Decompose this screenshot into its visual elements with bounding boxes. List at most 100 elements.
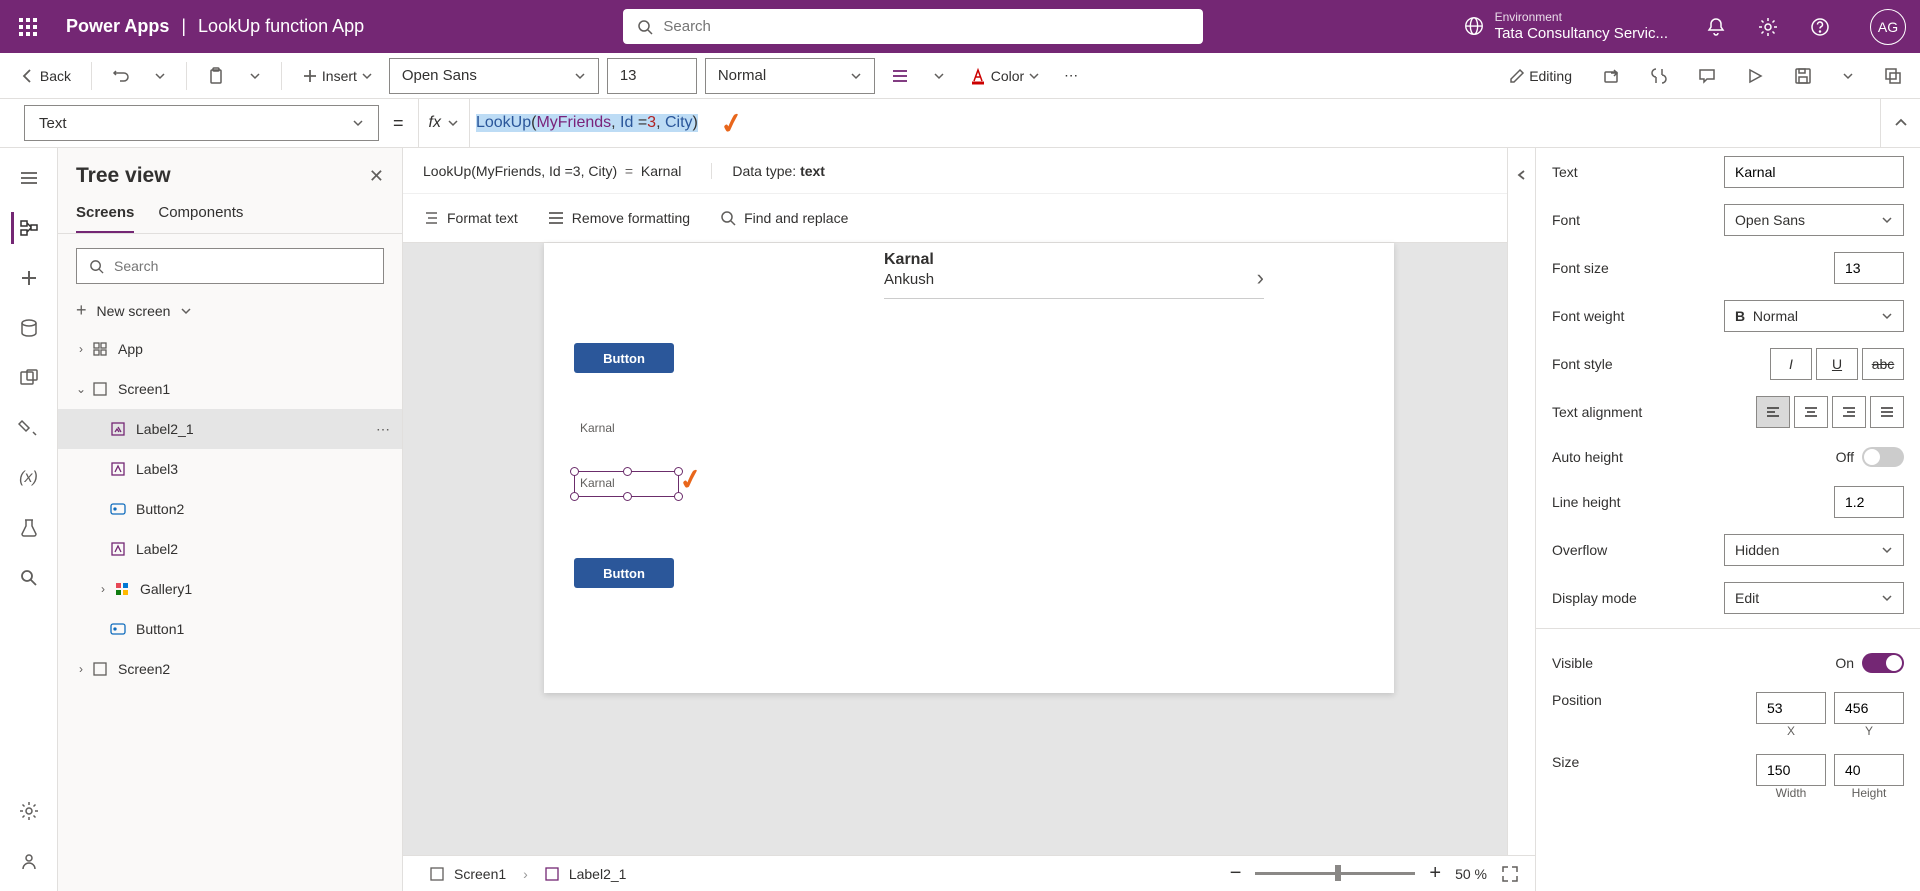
visible-toggle[interactable] <box>1862 653 1904 673</box>
hamburger-icon[interactable] <box>13 162 45 194</box>
notifications-icon[interactable] <box>1704 15 1728 39</box>
tree-item-screen2[interactable]: ›Screen2 <box>58 649 402 689</box>
tree-item-label2-1[interactable]: Label2_1⋯ <box>58 409 402 449</box>
prop-x-input[interactable] <box>1756 692 1826 724</box>
settings-icon[interactable] <box>1756 15 1780 39</box>
prop-fontweight-select[interactable]: B Normal <box>1724 300 1904 332</box>
align-dropdown[interactable] <box>925 60 953 92</box>
close-tree-button[interactable]: ✕ <box>369 166 384 187</box>
undo-button[interactable] <box>104 60 138 92</box>
search-input[interactable] <box>663 18 1189 35</box>
comments-button[interactable] <box>1690 60 1724 92</box>
properties-panel: Text FontOpen Sans Font size Font weight… <box>1535 148 1920 891</box>
save-dropdown[interactable] <box>1834 60 1862 92</box>
font-select[interactable]: Open Sans <box>389 58 599 94</box>
tree-item-label3[interactable]: Label3 <box>58 449 402 489</box>
app-checker-button[interactable] <box>1642 60 1676 92</box>
virtual-agent-icon[interactable] <box>13 845 45 877</box>
find-replace-button[interactable]: Find and replace <box>720 210 848 226</box>
align-right-button[interactable] <box>1832 396 1866 428</box>
align-button[interactable] <box>883 60 917 92</box>
prop-lineheight-input[interactable] <box>1834 486 1904 518</box>
waffle-icon[interactable] <box>14 13 42 41</box>
align-left-button[interactable] <box>1756 396 1790 428</box>
zoom-slider[interactable] <box>1255 872 1415 875</box>
tests-rail-icon[interactable] <box>13 512 45 544</box>
new-screen-button[interactable]: + New screen <box>58 292 402 329</box>
share-button[interactable] <box>1594 60 1628 92</box>
prop-fontweight-label: Font weight <box>1552 308 1724 324</box>
tree-item-button2[interactable]: Button2 <box>58 489 402 529</box>
media-rail-icon[interactable] <box>13 362 45 394</box>
italic-button[interactable]: I <box>1770 348 1812 380</box>
prop-width-input[interactable] <box>1756 754 1826 786</box>
chevron-right-icon[interactable]: › <box>1257 265 1264 291</box>
tree-item-label2[interactable]: Label2 <box>58 529 402 569</box>
item-more-icon[interactable]: ⋯ <box>376 421 390 438</box>
user-avatar[interactable]: AG <box>1870 9 1906 45</box>
variables-rail-icon[interactable]: (x) <box>13 462 45 494</box>
fit-screen-button[interactable] <box>1501 865 1519 883</box>
autoheight-toggle[interactable] <box>1862 447 1904 467</box>
tree-item-app[interactable]: ›App <box>58 329 402 369</box>
remove-formatting-button[interactable]: Remove formatting <box>548 210 690 226</box>
breadcrumb-screen[interactable]: Screen1 <box>419 861 517 887</box>
environment-picker[interactable]: Environment Tata Consultancy Servic... <box>1463 10 1668 42</box>
help-icon[interactable] <box>1808 15 1832 39</box>
undo-dropdown[interactable] <box>146 60 174 92</box>
formula-input[interactable]: LookUp(MyFriends, Id =3, City) ✓ <box>470 99 1880 147</box>
font-weight-select[interactable]: Normal <box>705 58 875 94</box>
strike-button[interactable]: abc <box>1862 348 1904 380</box>
prop-displaymode-select[interactable]: Edit <box>1724 582 1904 614</box>
theme-rail-icon[interactable] <box>13 412 45 444</box>
tree-item-gallery1[interactable]: ›Gallery1 <box>58 569 402 609</box>
prop-overflow-select[interactable]: Hidden <box>1724 534 1904 566</box>
paste-button[interactable] <box>199 60 233 92</box>
zoom-in-button[interactable]: + <box>1429 862 1441 885</box>
search-rail-icon[interactable] <box>13 562 45 594</box>
global-search[interactable] <box>623 9 1203 44</box>
formula-expand-button[interactable] <box>1880 99 1920 147</box>
canvas-label-1[interactable]: Karnal <box>580 421 615 435</box>
tree-view-icon[interactable] <box>11 212 43 244</box>
more-button[interactable]: ⋯ <box>1056 60 1086 92</box>
editing-mode[interactable]: Editing <box>1501 60 1580 92</box>
right-collapse-button[interactable] <box>1507 148 1535 891</box>
data-rail-icon[interactable] <box>13 312 45 344</box>
tree-item-button1[interactable]: Button1 <box>58 609 402 649</box>
prop-text-label: Text <box>1552 164 1724 180</box>
canvas-button-1[interactable]: Button <box>574 343 674 373</box>
back-button[interactable]: Back <box>10 60 79 92</box>
gallery-item[interactable]: Karnal Ankush › <box>884 251 1264 299</box>
prop-text-input[interactable] <box>1724 156 1904 188</box>
color-button[interactable]: Color <box>961 60 1048 92</box>
prop-y-input[interactable] <box>1834 692 1904 724</box>
canvas-button-2[interactable]: Button <box>574 558 674 588</box>
tree-search-input[interactable] <box>114 258 371 274</box>
prop-fontsize-input[interactable] <box>1834 252 1904 284</box>
property-select[interactable]: Text <box>24 105 379 141</box>
save-button[interactable] <box>1786 60 1820 92</box>
tab-components[interactable]: Components <box>158 194 243 233</box>
format-text-button[interactable]: Format text <box>423 210 518 226</box>
tree-item-screen1[interactable]: ⌄Screen1 <box>58 369 402 409</box>
paste-dropdown[interactable] <box>241 60 269 92</box>
selected-label[interactable]: Karnal <box>574 471 679 497</box>
breadcrumb-selection[interactable]: Label2_1 <box>534 861 638 887</box>
fx-button[interactable]: fx <box>418 99 470 147</box>
zoom-out-button[interactable]: − <box>1230 862 1242 885</box>
prop-font-select[interactable]: Open Sans <box>1724 204 1904 236</box>
insert-button[interactable]: Insert <box>294 60 381 92</box>
font-size-input[interactable]: 13 <box>607 58 697 94</box>
align-justify-button[interactable] <box>1870 396 1904 428</box>
tab-screens[interactable]: Screens <box>76 194 134 233</box>
preview-button[interactable] <box>1738 60 1772 92</box>
prop-height-input[interactable] <box>1834 754 1904 786</box>
insert-rail-icon[interactable] <box>13 262 45 294</box>
tree-search[interactable] <box>76 248 384 284</box>
design-canvas[interactable]: Karnal Ankush › Button Karnal Karnal ✓ B… <box>544 243 1394 693</box>
underline-button[interactable]: U <box>1816 348 1858 380</box>
settings-rail-icon[interactable] <box>13 795 45 827</box>
publish-button[interactable] <box>1876 60 1910 92</box>
align-center-button[interactable] <box>1794 396 1828 428</box>
